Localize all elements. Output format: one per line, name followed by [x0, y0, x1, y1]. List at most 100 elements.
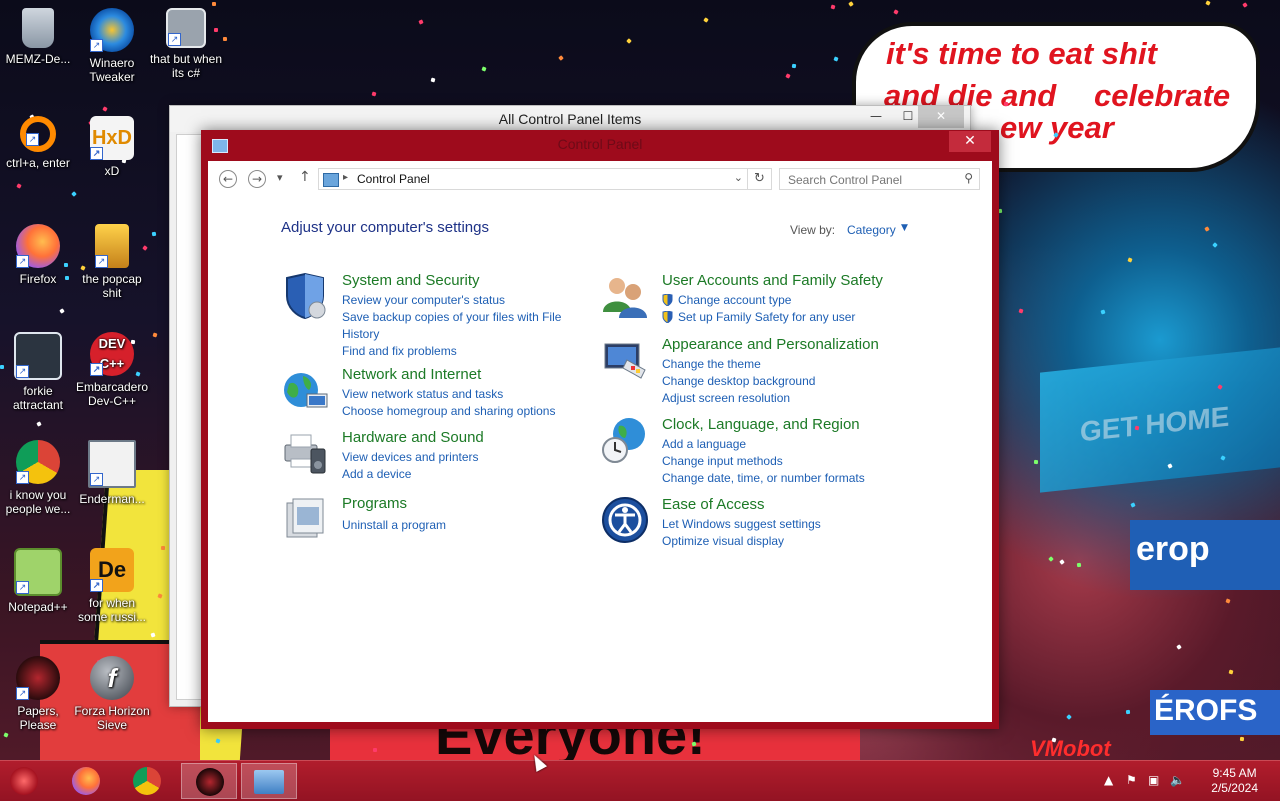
link-add-device[interactable]: Add a device: [342, 466, 582, 483]
link-change-theme[interactable]: Change the theme: [662, 356, 902, 373]
confetti-piece: [1033, 459, 1039, 465]
title-bar[interactable]: Control Panel ✕: [201, 130, 999, 160]
desktop-icon-winaero[interactable]: ↗ Winaero Tweaker: [74, 8, 150, 84]
search-box[interactable]: ⚲: [779, 168, 980, 191]
ring-icon: ↗: [20, 116, 56, 152]
sign-gethome-text: GET HOME: [1080, 400, 1230, 448]
link-homegroup[interactable]: Choose homegroup and sharing options: [342, 403, 582, 420]
uac-shield-icon: [662, 311, 673, 323]
taskbar-chrome[interactable]: [121, 763, 173, 799]
confetti-piece: [785, 73, 791, 79]
start-button[interactable]: [0, 763, 52, 799]
link-add-language[interactable]: Add a language: [662, 436, 902, 453]
winaero-icon: ↗: [90, 8, 134, 52]
desktop-icon-label: xD: [104, 164, 120, 178]
close-button[interactable]: ✕: [918, 106, 964, 128]
taskbar-papers-please[interactable]: [181, 763, 237, 799]
category-title[interactable]: User Accounts and Family Safety: [662, 272, 883, 289]
chrome-icon: ↗: [16, 440, 60, 484]
clock-time: 9:45 AM: [1212, 766, 1257, 780]
desktop-icon-papers-please[interactable]: ↗ Papers, Please: [0, 656, 76, 732]
desktop-icon-label: Papers, Please: [17, 704, 59, 732]
link-file-history[interactable]: Save backup copies of your files with Fi…: [342, 309, 582, 343]
taskbar-firefox[interactable]: [60, 763, 112, 799]
uac-shield-icon: [662, 294, 673, 306]
category-title[interactable]: Network and Internet: [342, 366, 481, 383]
link-date-time-formats[interactable]: Change date, time, or number formats: [662, 470, 902, 487]
confetti-piece: [893, 9, 899, 15]
link-optimize-display[interactable]: Optimize visual display: [662, 533, 902, 550]
window-icon: ↗: [88, 440, 136, 488]
link-network-status[interactable]: View network status and tasks: [342, 386, 582, 403]
show-hidden-icons-chevron-icon[interactable]: ▲: [1104, 773, 1113, 787]
desktop-icon-chrome[interactable]: ↗ i know you people we...: [0, 440, 76, 516]
view-by-dropdown[interactable]: Category: [847, 223, 896, 237]
globe-network-icon: [284, 373, 328, 408]
link-uninstall-program[interactable]: Uninstall a program: [342, 517, 582, 534]
clock[interactable]: 9:45 AM 2/5/2024: [1211, 766, 1258, 796]
network-icon[interactable]: ▣: [1148, 773, 1159, 787]
search-input[interactable]: [780, 169, 965, 191]
hxd-icon: HxD ↗: [90, 116, 134, 160]
minimize-button[interactable]: —: [860, 106, 892, 128]
category-title[interactable]: System and Security: [342, 272, 480, 289]
refresh-button[interactable]: ↻: [748, 168, 772, 190]
link-screen-resolution[interactable]: Adjust screen resolution: [662, 390, 902, 407]
category-title[interactable]: Ease of Access: [662, 496, 765, 513]
desktop-icon-notepadpp[interactable]: ↗ Notepad++: [0, 548, 76, 614]
desktop-icon-devcpp[interactable]: DEV C++ ↗ Embarcadero Dev-C++: [74, 332, 150, 408]
category-title[interactable]: Clock, Language, and Region: [662, 416, 860, 433]
confetti-piece: [1076, 562, 1082, 568]
confetti-piece: [1234, 61, 1240, 67]
desktop-icon-label: forkie attractant: [12, 384, 64, 412]
close-button[interactable]: ✕: [949, 131, 991, 152]
link-input-methods[interactable]: Change input methods: [662, 453, 902, 470]
window-control-panel[interactable]: Control Panel ✕ ← → ▾ ↑ ▸ Control Panel …: [201, 130, 999, 729]
sign-erofs-text: ÉROFS: [1154, 694, 1258, 727]
confetti-piece: [481, 66, 487, 72]
taskbar-control-panel[interactable]: [241, 763, 297, 799]
clock-date: 2/5/2024: [1211, 781, 1258, 795]
desktop-icon-that-but[interactable]: ↗ that but when its c#: [148, 8, 224, 80]
confetti-piece: [1127, 257, 1133, 263]
confetti-piece: [1242, 2, 1248, 8]
breadcrumb-control-panel[interactable]: Control Panel: [357, 172, 430, 186]
link-text: Change account type: [678, 293, 792, 307]
action-center-flag-icon[interactable]: ⚑: [1126, 773, 1137, 787]
back-arrow-icon[interactable]: ←: [219, 170, 237, 188]
confetti-piece: [1125, 709, 1131, 715]
link-devices-printers[interactable]: View devices and printers: [342, 449, 582, 466]
desktop-icon-firefox[interactable]: ↗ Firefox: [0, 224, 76, 286]
flash-icon: f: [90, 656, 134, 700]
chevron-down-icon[interactable]: ▼: [901, 223, 908, 233]
up-arrow-icon[interactable]: ↑: [299, 169, 311, 185]
forward-arrow-icon[interactable]: →: [248, 170, 266, 188]
desktop-icon-popcap[interactable]: ↗ the popcap shit: [74, 224, 150, 300]
desktop-icon-ctrl-a[interactable]: ↗ ctrl+a, enter: [0, 116, 76, 170]
link-review-status[interactable]: Review your computer's status: [342, 292, 582, 309]
desktop-icon-label: Embarcadero Dev-C++: [75, 380, 149, 408]
chevron-down-icon[interactable]: ⌄: [734, 171, 743, 184]
desktop-icon-memz[interactable]: MEMZ-De...: [0, 8, 76, 66]
desktop-icon-forkie[interactable]: ↗ forkie attractant: [0, 332, 76, 412]
link-find-fix-problems[interactable]: Find and fix problems: [342, 343, 582, 360]
link-desktop-background[interactable]: Change desktop background: [662, 373, 902, 390]
search-icon[interactable]: ⚲: [964, 171, 973, 185]
category-title[interactable]: Programs: [342, 495, 407, 512]
shield-icon: [286, 272, 326, 320]
confetti-piece: [372, 747, 378, 753]
papers-please-icon: ↗: [16, 656, 60, 700]
notepadpp-icon: ↗: [14, 548, 62, 596]
desktop-icon-de[interactable]: De ↗ for when some russi...: [74, 548, 150, 624]
desktop-icon-forza[interactable]: f Forza Horizon Sieve: [74, 656, 150, 732]
desktop-icon-xd[interactable]: HxD ↗ xD: [74, 116, 150, 178]
desktop-icon-enderman[interactable]: ↗ Enderman...: [74, 440, 150, 506]
recent-locations-chevron-icon[interactable]: ▾: [277, 171, 283, 184]
volume-muted-icon[interactable]: 🔈: [1170, 773, 1185, 787]
link-change-account-type[interactable]: Change account type: [662, 292, 902, 309]
link-suggest-settings[interactable]: Let Windows suggest settings: [662, 516, 902, 533]
category-title[interactable]: Hardware and Sound: [342, 429, 484, 446]
address-bar[interactable]: ▸ Control Panel ⌄: [318, 168, 748, 190]
link-family-safety[interactable]: Set up Family Safety for any user: [662, 309, 902, 326]
category-title[interactable]: Appearance and Personalization: [662, 336, 879, 353]
